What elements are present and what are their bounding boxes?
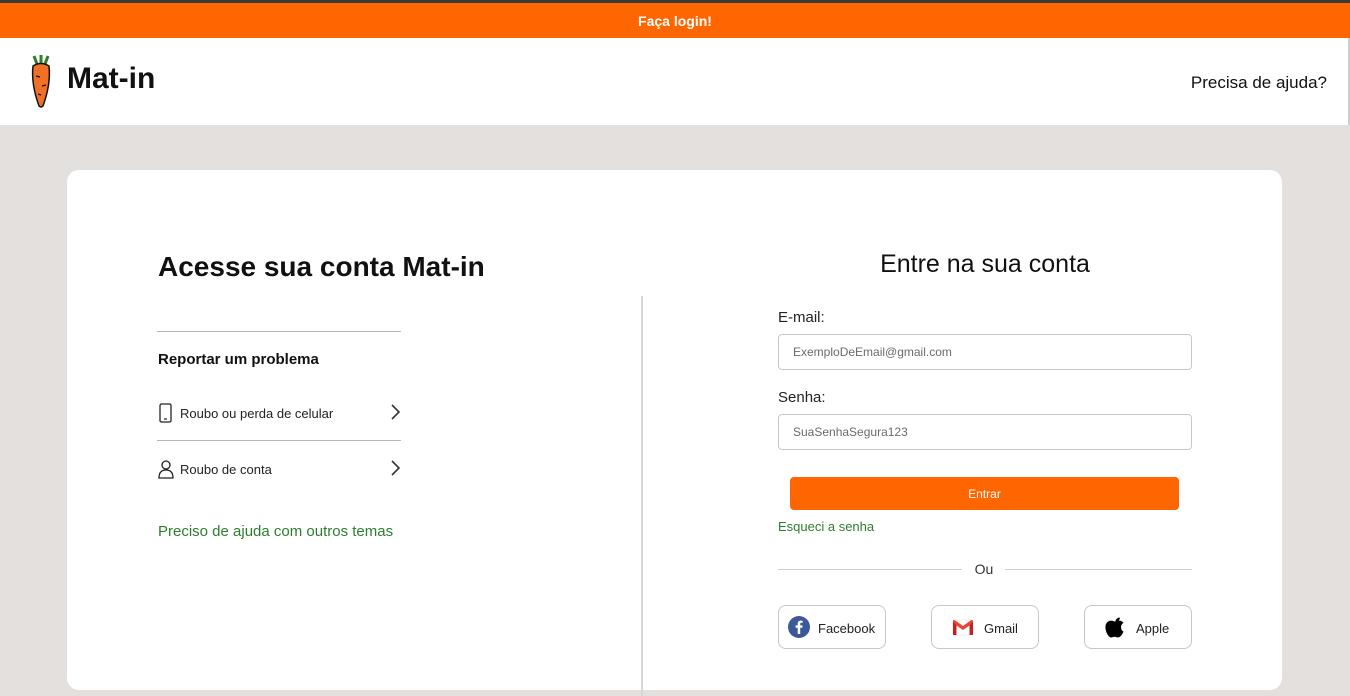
vertical-divider (641, 296, 643, 696)
email-label: E-mail: (778, 309, 825, 326)
forgot-password-link[interactable]: Esqueci a senha (778, 519, 874, 534)
account-access-title: Acesse sua conta Mat-in (158, 251, 485, 282)
report-item-account-theft[interactable]: Roubo de conta (157, 449, 401, 489)
apple-icon (1105, 617, 1124, 638)
login-title: Entre na sua conta (880, 250, 1090, 278)
site-header: Mat-in Precisa de ajuda? (0, 38, 1350, 125)
report-item-label: Roubo de conta (180, 462, 272, 477)
help-link[interactable]: Precisa de ajuda? (1191, 73, 1327, 93)
gmail-login-button[interactable]: Gmail (931, 605, 1039, 649)
other-help-link[interactable]: Preciso de ajuda com outros temas (158, 523, 393, 540)
login-button[interactable]: Entrar (790, 477, 1179, 510)
user-icon (158, 460, 174, 479)
login-banner: Faça login! (0, 3, 1350, 38)
gmail-icon (952, 619, 974, 636)
gmail-label: Gmail (984, 621, 1018, 636)
report-item-label: Roubo ou perda de celular (180, 406, 334, 421)
report-item-lost-phone[interactable]: Roubo ou perda de celular (157, 393, 401, 433)
carrot-logo-icon (31, 55, 51, 108)
login-card: Acesse sua conta Mat-in Reportar um prob… (67, 170, 1282, 696)
apple-login-button[interactable]: Apple (1084, 605, 1192, 649)
report-problem-heading: Reportar um problema (158, 351, 319, 368)
banner-text: Faça login! (638, 12, 712, 29)
facebook-icon (788, 616, 810, 638)
divider-line (157, 440, 401, 441)
password-field[interactable] (778, 414, 1192, 450)
email-field[interactable] (778, 334, 1192, 370)
chevron-right-icon (391, 460, 401, 476)
password-label: Senha: (778, 389, 826, 406)
chevron-right-icon (391, 404, 401, 420)
apple-label: Apple (1136, 621, 1170, 636)
or-text: Ou (974, 561, 994, 577)
divider-line (157, 331, 401, 332)
phone-icon (159, 403, 172, 423)
or-divider-line (778, 569, 962, 570)
or-divider-line (1005, 569, 1192, 570)
logo-text[interactable]: Mat-in (67, 62, 155, 96)
facebook-label: Facebook (818, 621, 876, 636)
facebook-login-button[interactable]: Facebook (778, 605, 886, 649)
